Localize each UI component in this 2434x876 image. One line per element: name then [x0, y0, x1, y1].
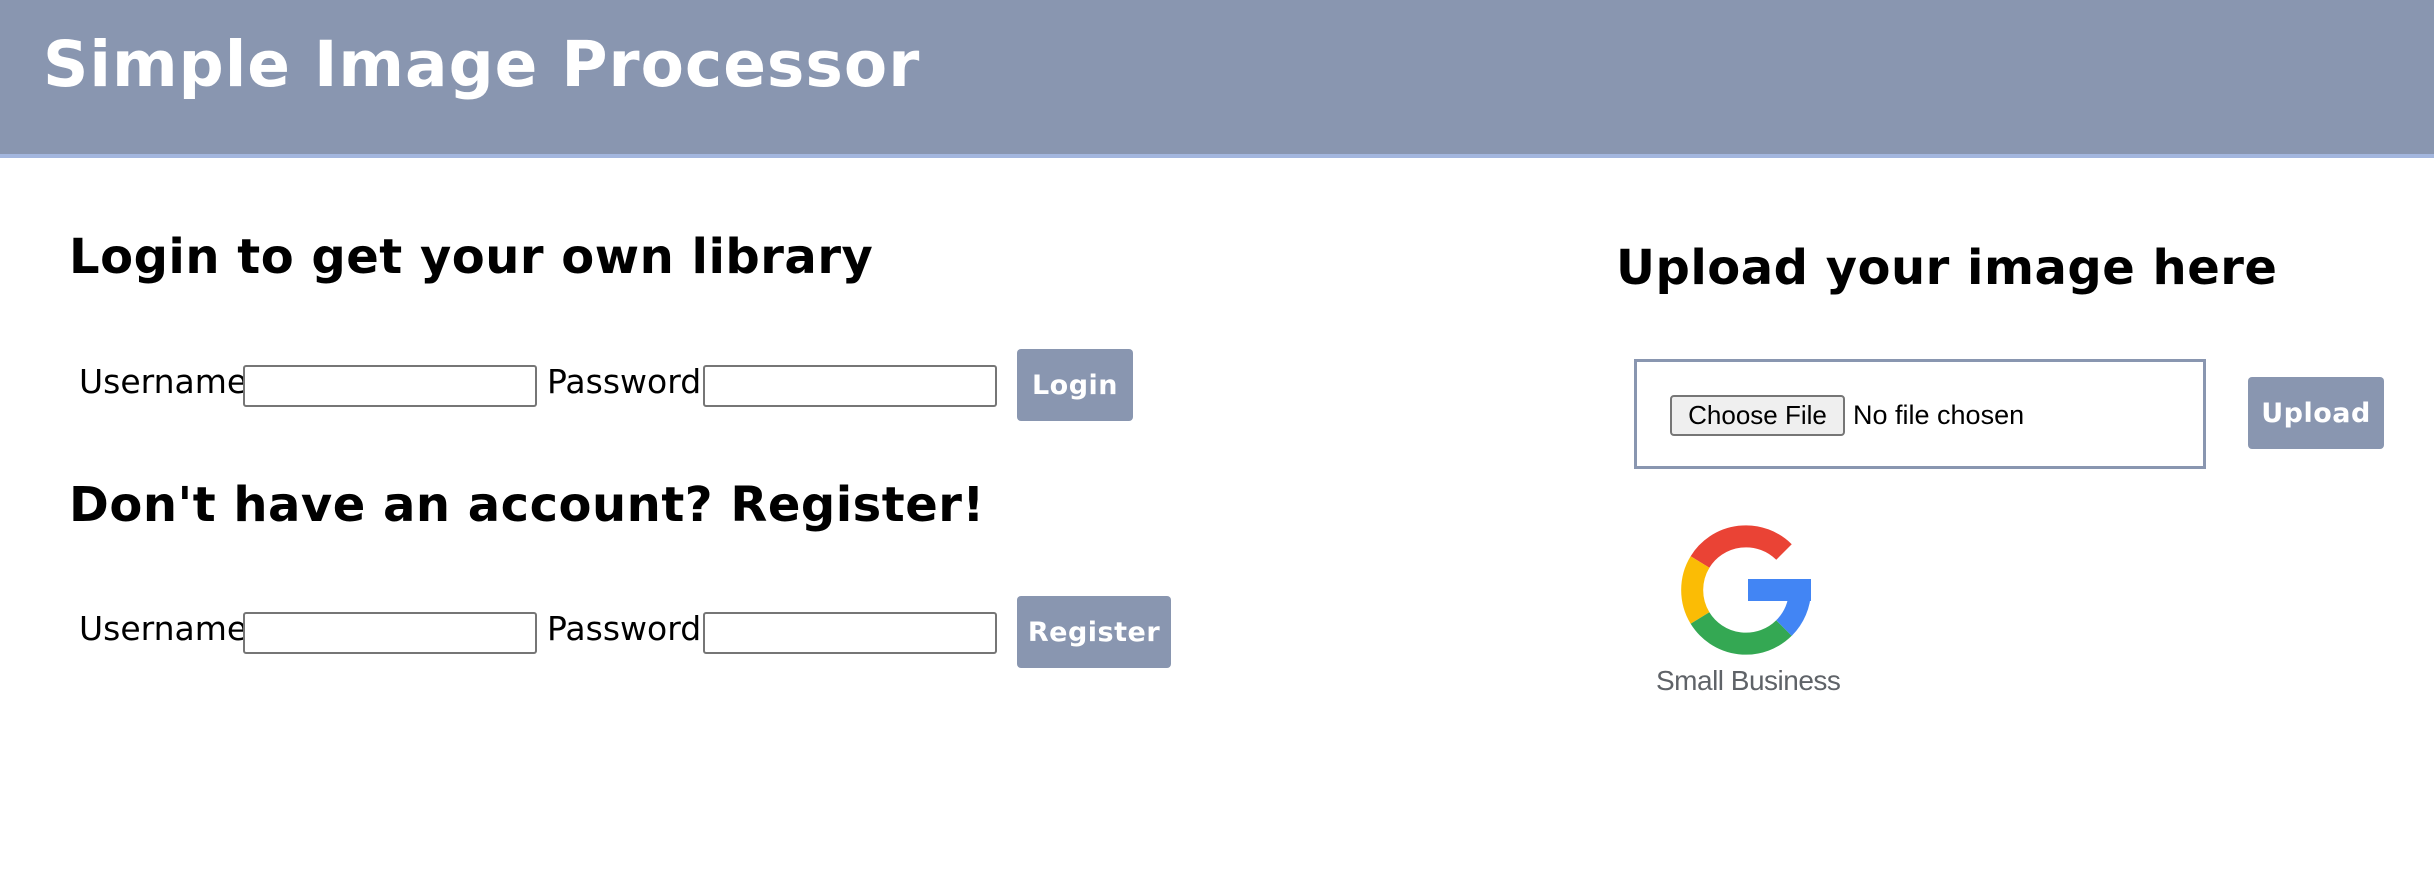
- register-username-label: Username: [79, 609, 248, 648]
- register-username-input[interactable]: [243, 612, 537, 654]
- app-header: Simple Image Processor: [0, 0, 2434, 158]
- register-password-input[interactable]: [703, 612, 997, 654]
- register-heading: Don't have an account? Register!: [69, 477, 985, 533]
- register-button[interactable]: Register: [1017, 596, 1171, 668]
- login-username-input[interactable]: [243, 365, 537, 407]
- upload-heading: Upload your image here: [1616, 240, 2278, 296]
- upload-button[interactable]: Upload: [2248, 377, 2384, 449]
- login-password-label: Password: [547, 362, 702, 401]
- login-password-input[interactable]: [703, 365, 997, 407]
- file-input-container: Choose File No file chosen: [1634, 359, 2206, 469]
- login-heading: Login to get your own library: [69, 229, 874, 285]
- login-button[interactable]: Login: [1017, 349, 1133, 421]
- app-title: Simple Image Processor: [43, 28, 921, 101]
- login-username-label: Username: [79, 362, 248, 401]
- file-status-text: No file chosen: [1853, 400, 2025, 430]
- logo-caption: Small Business: [1656, 665, 1841, 696]
- register-password-label: Password: [547, 609, 702, 648]
- choose-file-button[interactable]: Choose File: [1670, 395, 1845, 436]
